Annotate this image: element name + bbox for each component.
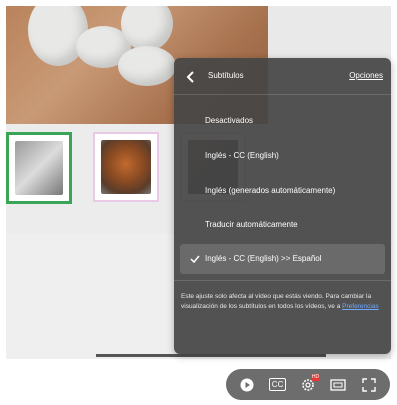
settings-button[interactable]: HD <box>297 373 320 396</box>
fullscreen-icon <box>362 377 376 392</box>
subtitle-option-english-to-spanish[interactable]: Inglés - CC (English) >> Español <box>180 244 385 274</box>
subtitles-menu: Subtítulos Opciones Desactivados Inglés … <box>174 58 391 354</box>
thumbnail-image <box>101 140 151 194</box>
subtitle-option-auto-translate[interactable]: Traducir automáticamente <box>174 210 391 240</box>
subtitle-option-off[interactable]: Desactivados <box>174 106 391 136</box>
back-chevron-icon[interactable] <box>184 70 198 84</box>
option-label: Traducir automáticamente <box>205 220 298 229</box>
miniplayer-button[interactable] <box>327 374 349 396</box>
check-icon <box>190 255 200 264</box>
options-link[interactable]: Opciones <box>349 71 383 80</box>
option-label: Inglés - CC (English) >> Español <box>205 254 322 263</box>
preferences-link[interactable]: Preferencias <box>342 303 379 310</box>
thumbnail-image <box>15 141 63 195</box>
thumbnail[interactable] <box>93 132 159 202</box>
hd-badge: HD <box>310 373 320 381</box>
play-button[interactable] <box>236 374 258 396</box>
option-label: Inglés (generados automáticamente) <box>205 186 336 195</box>
video-player: CC HD Subtítulos Opciones Desactivados I… <box>0 0 397 405</box>
screen-icon <box>330 378 347 391</box>
subtitle-option-english-auto[interactable]: Inglés (generados automáticamente) <box>174 176 391 206</box>
play-icon <box>240 378 254 391</box>
fullscreen-button[interactable] <box>358 374 380 396</box>
thumbnail-selected[interactable] <box>6 132 72 204</box>
cc-icon: CC <box>268 378 287 391</box>
subtitles-menu-header: Subtítulos Opciones <box>174 58 391 95</box>
subtitle-option-english-cc[interactable]: Inglés - CC (English) <box>174 141 391 171</box>
subtitles-menu-title: Subtítulos <box>208 71 244 80</box>
cc-button[interactable]: CC <box>267 374 289 396</box>
divider <box>174 280 391 281</box>
option-label: Desactivados <box>205 116 254 125</box>
subtitles-note: Este ajuste solo afecta al vídeo que est… <box>181 292 381 312</box>
option-label: Inglés - CC (English) <box>205 151 279 160</box>
progress-bar[interactable] <box>96 354 326 357</box>
player-controls: CC HD <box>226 369 390 400</box>
toy-image-part <box>118 46 176 86</box>
